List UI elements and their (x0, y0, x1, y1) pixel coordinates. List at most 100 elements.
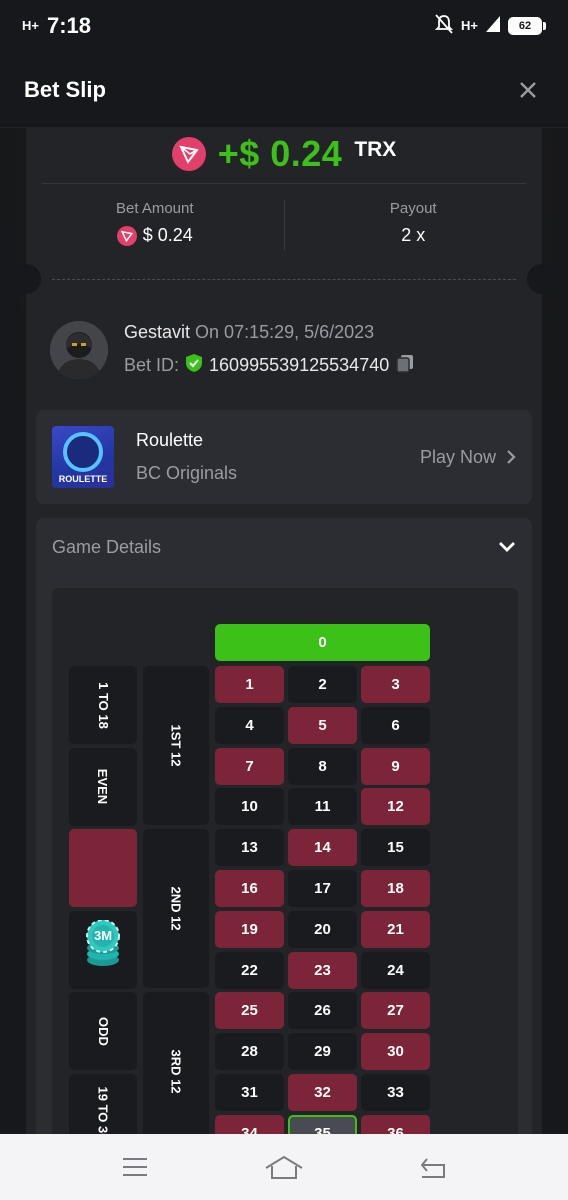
outside-bet-1-to-18[interactable]: 1 TO 18 (69, 666, 137, 744)
roulette-number-26[interactable]: 26 (288, 992, 357, 1030)
roulette-number-36[interactable]: 36 (361, 1114, 430, 1134)
roulette-number-29[interactable]: 29 (288, 1033, 357, 1071)
dozen-bet-label: 2ND 12 (168, 886, 184, 931)
verified-shield-icon (185, 353, 203, 378)
roulette-number-33[interactable]: 33 (361, 1074, 430, 1111)
roulette-number-23[interactable]: 23 (288, 951, 357, 989)
roulette-number-13[interactable]: 13 (215, 829, 284, 867)
outside-bet-label: ODD (95, 1016, 111, 1046)
divider (42, 183, 526, 184)
roulette-number-27[interactable]: 27 (361, 992, 430, 1030)
roulette-number-2[interactable]: 2 (288, 666, 357, 703)
roulette-number-10[interactable]: 10 (215, 788, 284, 826)
bet-id-label: Bet ID: (124, 355, 180, 375)
roulette-number-14[interactable]: 14 (288, 829, 357, 867)
roulette-number-7[interactable]: 7 (215, 747, 284, 785)
outside-bet-odd[interactable]: ODD (69, 992, 137, 1071)
roulette-number-5[interactable]: 5 (288, 706, 357, 744)
bet-chip-icon: 3M (85, 919, 121, 966)
bet-amount-label: Bet Amount (115, 200, 194, 217)
roulette-number-25[interactable]: 25 (215, 992, 284, 1030)
roulette-number-9[interactable]: 9 (361, 747, 430, 785)
roulette-number-31[interactable]: 31 (215, 1074, 284, 1111)
game-details-panel: Game Details 0 1 2 3 4 5 6 7 8 9 10 11 12 13 14 15 16 17 1… (36, 518, 532, 1134)
outside-bet-19-to-36[interactable]: 19 TO 36 (69, 1074, 137, 1134)
roulette-number-3[interactable]: 3 (361, 666, 430, 703)
roulette-number-12[interactable]: 12 (361, 788, 430, 826)
roulette-number-21[interactable]: 21 (361, 910, 430, 948)
username[interactable]: Gestavit (124, 322, 190, 342)
ticket-notch-right (527, 264, 557, 294)
bet-amount-stat: Bet Amount $ 0.24 (26, 200, 284, 254)
roulette-number-1[interactable]: 1 (215, 666, 284, 703)
chevron-right-icon (507, 450, 516, 464)
roulette-number-24[interactable]: 24 (361, 951, 430, 989)
roulette-number-8[interactable]: 8 (288, 747, 357, 785)
dozen-bet-1[interactable]: 1ST 12 (143, 666, 209, 825)
bet-amount-value: $ 0.24 (142, 225, 193, 245)
play-now-label: Play Now (419, 446, 496, 467)
roulette-number-11[interactable]: 11 (288, 788, 357, 826)
bet-id-value: 160995539125534740 (209, 355, 390, 375)
bet-chip-label: 3M (93, 928, 113, 943)
dozen-bet-label: 3RD 12 (168, 1049, 184, 1094)
roulette-number-20[interactable]: 20 (288, 910, 357, 948)
copy-icon[interactable] (395, 353, 415, 378)
dozen-bet-3[interactable]: 3RD 12 (143, 992, 209, 1134)
roulette-number-17[interactable]: 17 (288, 870, 357, 907)
roulette-number-4[interactable]: 4 (215, 706, 284, 744)
back-icon (421, 1158, 446, 1178)
game-name: Roulette (136, 430, 204, 450)
avatar[interactable] (50, 321, 108, 379)
game-details-title: Game Details (52, 536, 162, 557)
outside-bet-red[interactable] (69, 829, 137, 908)
menu-button[interactable] (105, 1142, 165, 1192)
back-button[interactable] (403, 1142, 463, 1192)
bet-user-info: Gestavit On 07:15:29, 5/6/2023 Bet ID: 1… (50, 318, 530, 382)
roulette-number-28[interactable]: 28 (215, 1033, 284, 1071)
roulette-number-35[interactable]: 35 (288, 1114, 357, 1134)
screen: H+ 7:18 H+ 62 Bet Slip +$ 0.24 TRX Bet A… (0, 0, 568, 1200)
dozen-bet-2[interactable]: 2ND 12 (143, 829, 209, 989)
mute-icon (434, 13, 454, 39)
win-currency: TRX (354, 138, 397, 161)
outside-bet-label: EVEN (95, 768, 111, 805)
game-thumbnail[interactable]: ROULETTE (52, 426, 114, 488)
close-button[interactable] (512, 74, 544, 106)
battery-icon: 62 (508, 17, 546, 35)
signal-icon: H+ (22, 18, 39, 33)
signal-bars-icon (486, 15, 500, 37)
roulette-number-34[interactable]: 34 (215, 1114, 284, 1134)
home-button[interactable] (254, 1142, 314, 1192)
game-provider: BC Originals (136, 463, 238, 483)
roulette-number-22[interactable]: 22 (215, 951, 284, 989)
chevron-down-icon (499, 542, 515, 552)
outside-bet-label: 19 TO 36 (95, 1086, 111, 1134)
status-bar: H+ 7:18 H+ 62 (0, 0, 568, 52)
dashed-divider (52, 279, 516, 280)
bet-time: On 07:15:29, 5/6/2023 (195, 322, 375, 342)
payout-stat: Payout 2 x (285, 200, 543, 254)
roulette-number-6[interactable]: 6 (361, 706, 430, 744)
outside-bet-even[interactable]: EVEN (69, 747, 137, 826)
roulette-number-19[interactable]: 19 (215, 910, 284, 948)
play-now-button[interactable]: Play Now (420, 447, 516, 468)
roulette-number-15[interactable]: 15 (361, 829, 430, 867)
trx-coin-icon (171, 137, 206, 171)
game-card: ROULETTE Roulette BC Originals Play Now (36, 410, 532, 504)
system-nav-bar (0, 1134, 568, 1200)
roulette-zero[interactable]: 0 (215, 624, 430, 661)
win-amount: +$ 0.24 (217, 133, 343, 174)
battery-level: 62 (508, 17, 542, 35)
game-details-toggle[interactable]: Game Details (36, 518, 532, 576)
status-time: 7:18 (46, 13, 92, 38)
roulette-table: 0 1 2 3 4 5 6 7 8 9 10 11 12 13 14 15 16 17 18 19 20 21 22 23 24… (52, 588, 518, 1134)
roulette-number-18[interactable]: 18 (361, 870, 430, 907)
roulette-number-30[interactable]: 30 (361, 1033, 430, 1071)
ticket-notch-left (11, 264, 41, 294)
roulette-number-32[interactable]: 32 (288, 1074, 357, 1111)
payout-label: Payout (389, 200, 437, 217)
close-icon (520, 81, 536, 98)
bet-slip-header: Bet Slip (0, 52, 568, 128)
roulette-number-16[interactable]: 16 (215, 870, 284, 907)
